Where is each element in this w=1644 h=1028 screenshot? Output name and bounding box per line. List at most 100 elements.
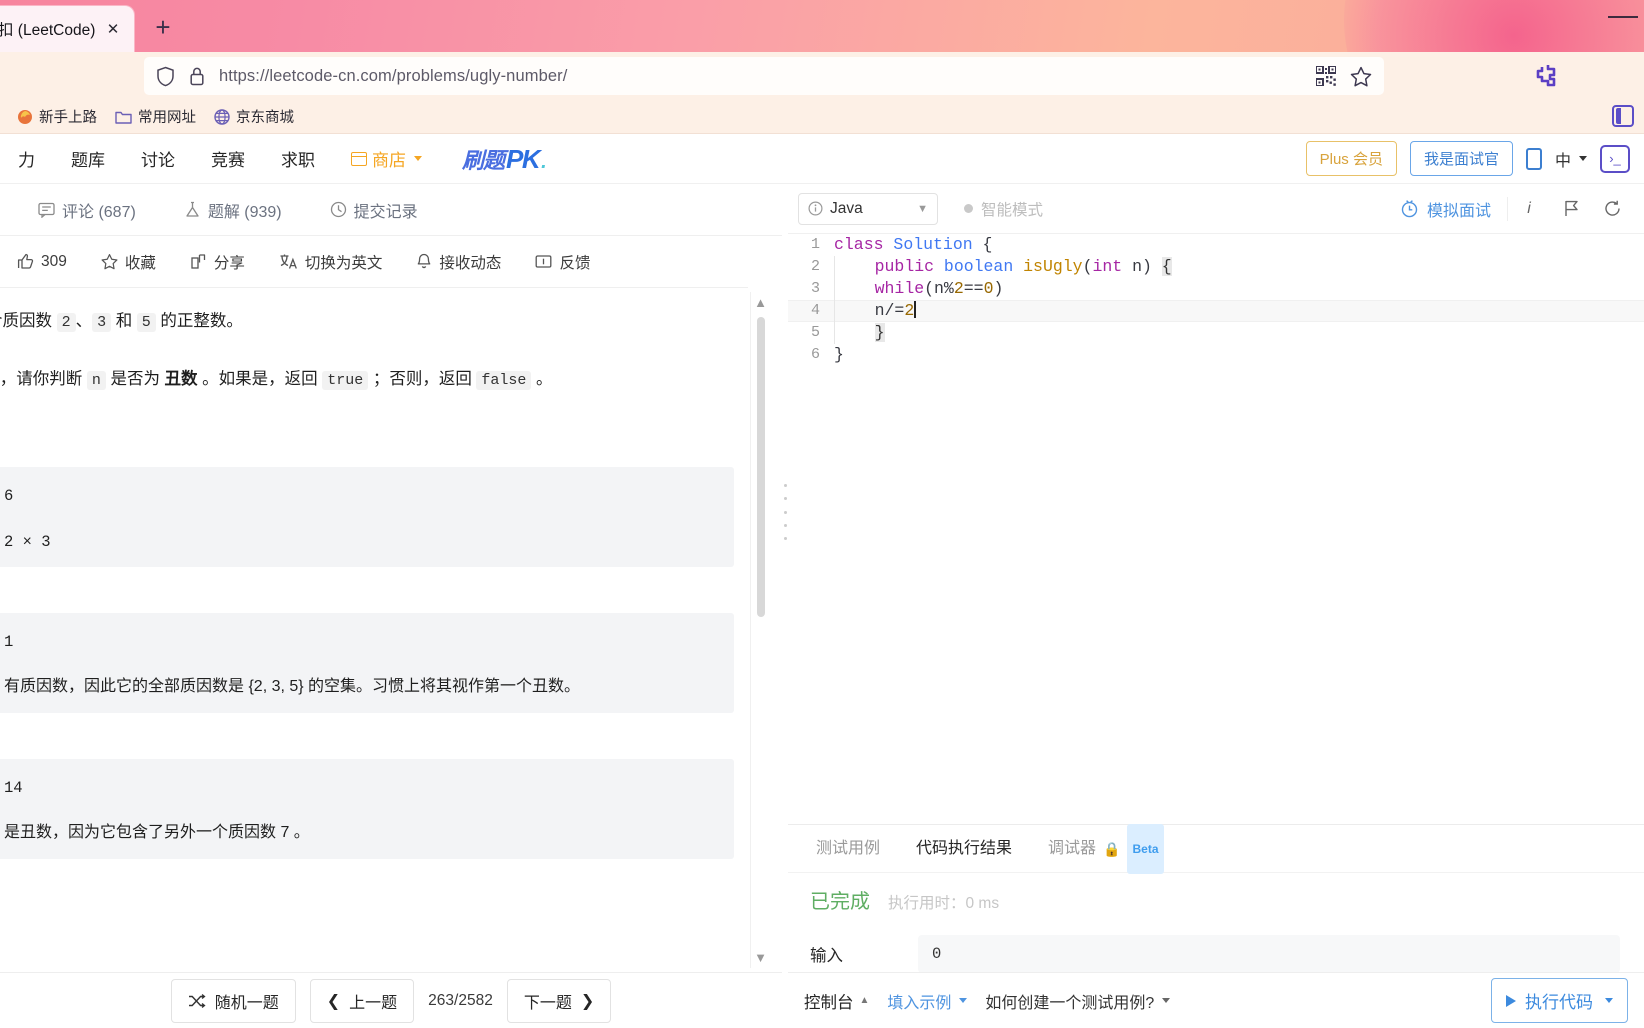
random-problem-button[interactable]: 随机一题	[170, 978, 296, 1023]
chevron-up-icon: ▲	[859, 995, 870, 1006]
tab-debugger[interactable]: 调试器 🔒 Beta	[1030, 823, 1181, 874]
close-icon[interactable]: ✕	[102, 18, 124, 40]
tab-submissions[interactable]: 提交记录	[306, 198, 442, 222]
text-caret	[914, 301, 916, 318]
example-1-line-2: 2 × 3	[4, 532, 51, 551]
scroll-up-icon[interactable]: ▲	[754, 292, 767, 313]
prev-problem-button[interactable]: ❮ 上一题	[309, 978, 415, 1023]
bookmark-item[interactable]: 新手上路	[8, 103, 106, 130]
action-like[interactable]: 309	[0, 253, 84, 271]
nav-item-logo-partial[interactable]: 力	[0, 146, 53, 171]
nav-item-contest[interactable]: 竞赛	[193, 146, 263, 171]
console-label: 控制台	[804, 993, 854, 1012]
scroll-down-icon[interactable]: ▼	[754, 947, 767, 968]
bookmark-item[interactable]: 常用网址	[106, 103, 205, 130]
bookmark-star-icon[interactable]	[1350, 66, 1372, 87]
extension-icon[interactable]	[1534, 64, 1558, 88]
avatar[interactable]: ›_	[1600, 144, 1630, 173]
mobile-app-icon[interactable]	[1525, 147, 1542, 170]
problem-scrollbar[interactable]: ▲ ▼	[750, 292, 770, 968]
howto-link[interactable]: 如何创建一个测试用例?	[985, 989, 1171, 1013]
result-tabs: 测试用例 代码执行结果 调试器 🔒 Beta	[788, 823, 1644, 874]
code-line[interactable]: 3 while(n%2==0)	[788, 278, 1644, 300]
chevron-down-icon	[414, 156, 422, 161]
chevron-down-icon: ▼	[917, 202, 928, 215]
code-line[interactable]: 6}	[788, 344, 1644, 366]
tab-comments[interactable]: 评论 (687)	[14, 198, 160, 222]
code-text: }	[834, 345, 844, 364]
language-select-value: Java	[830, 199, 863, 217]
fill-sample-button[interactable]: 填入示例	[887, 989, 968, 1013]
nav-item-discuss[interactable]: 讨论	[123, 146, 193, 171]
next-problem-button[interactable]: 下一题 ❯	[506, 978, 612, 1023]
pk-logo[interactable]: 刷题 PK .	[462, 143, 547, 175]
result-status-row: 已完成 执行用时：0 ms	[810, 885, 999, 914]
code-line[interactable]: 4 n/=2	[788, 300, 1644, 322]
definition-factor-5: 5	[136, 313, 156, 332]
sidebar-toggle-icon[interactable]	[1612, 105, 1634, 127]
nav-item-jobs[interactable]: 求职	[263, 146, 333, 171]
shield-icon[interactable]	[156, 66, 175, 87]
chevron-down-icon	[1162, 998, 1171, 1003]
bookmarks-bar: 新手上路 常用网址 京东商城	[0, 100, 1644, 134]
action-favorite-label: 收藏	[124, 254, 156, 272]
code-text: n/=2	[834, 300, 916, 322]
code-line[interactable]: 1 class Solution {	[788, 234, 1644, 256]
chevron-left-icon: ❮	[326, 992, 341, 1010]
mock-interview-button[interactable]: 模拟面试	[1400, 196, 1508, 221]
plus-membership-button[interactable]: Plus 会员	[1305, 141, 1397, 176]
code-line[interactable]: 5 }	[788, 322, 1644, 344]
action-favorite[interactable]: 收藏	[84, 251, 173, 273]
language-select[interactable]: Java ▼	[798, 192, 938, 225]
judge-mid-3: ；否则，返回	[368, 369, 477, 388]
shuffle-icon	[188, 993, 206, 1008]
run-code-label: 执行代码	[1525, 993, 1593, 1012]
new-tab-icon[interactable]: +	[146, 10, 180, 44]
language-selector[interactable]: 中	[1555, 147, 1587, 171]
window-minimize-icon[interactable]	[1608, 16, 1638, 18]
tab-run-result[interactable]: 代码执行结果	[898, 825, 1030, 873]
action-share[interactable]: 分享	[173, 251, 262, 273]
share-icon	[190, 253, 207, 270]
judge-prefix: n ，请你判断	[0, 369, 83, 388]
console-toggle[interactable]: 控制台 ▲	[804, 989, 869, 1013]
browser-tab[interactable]: 扣 (LeetCode) ✕	[0, 6, 134, 52]
info-icon[interactable]: i	[1508, 192, 1550, 226]
problem-panel: 评论 (687) 题解 (939) 提交记录 309 收藏 分享 切换为英文 接…	[0, 184, 782, 1028]
qr-code-icon[interactable]	[1316, 66, 1336, 86]
lock-icon[interactable]	[189, 66, 205, 87]
nav-item-shop[interactable]: 商店	[333, 146, 440, 171]
judge-true-chip: true	[322, 370, 369, 390]
action-subscribe[interactable]: 接收动态	[399, 251, 518, 273]
smart-mode-toggle[interactable]: 智能模式	[964, 198, 1043, 220]
stopwatch-icon	[1400, 199, 1419, 218]
tab-testcase[interactable]: 测试用例	[798, 825, 898, 873]
code-line[interactable]: 2 public boolean isUgly(int n) {	[788, 256, 1644, 278]
code-editor[interactable]: 1 class Solution {2 public boolean isUgly…	[788, 234, 1644, 824]
nav-item-problems[interactable]: 题库	[53, 146, 123, 171]
action-translate[interactable]: 切换为英文	[262, 251, 400, 273]
interviewer-button[interactable]: 我是面试官	[1409, 141, 1513, 176]
tab-solutions[interactable]: 题解 (939)	[160, 198, 306, 222]
runtime-text: 执行用时：0 ms	[888, 895, 1000, 912]
scroll-thumb[interactable]	[756, 317, 765, 617]
tab-comments-label: 评论 (687)	[62, 203, 136, 221]
action-subscribe-label: 接收动态	[439, 254, 502, 272]
action-feedback[interactable]: 反馈	[518, 251, 607, 273]
example-2-line-1: 1	[4, 633, 14, 651]
line-number: 5	[810, 324, 820, 341]
editor-tools: 模拟面试 i	[1400, 192, 1634, 226]
input-label: 输入	[810, 947, 843, 965]
leetcode-page: 力 题库 讨论 竞赛 求职 商店 刷题 PK . Plus 会员 我是面试官 中	[0, 134, 1644, 1028]
address-bar[interactable]: https://leetcode-cn.com/problems/ugly-nu…	[144, 57, 1384, 95]
flag-icon[interactable]	[1550, 192, 1592, 226]
reset-icon[interactable]	[1592, 192, 1634, 226]
problem-paragraph-judge: n ，请你判断 n 是否为 丑数 。如果是，返回 true ；否则，返回 fal…	[0, 338, 752, 396]
bookmark-item[interactable]: 京东商城	[205, 103, 303, 130]
scroll-track[interactable]	[756, 317, 765, 943]
action-feedback-label: 反馈	[559, 254, 591, 272]
run-code-button[interactable]: 执行代码	[1491, 978, 1628, 1023]
definition-factor-3: 3	[92, 313, 112, 332]
status-dot-icon	[964, 204, 973, 213]
translate-icon	[279, 253, 298, 270]
